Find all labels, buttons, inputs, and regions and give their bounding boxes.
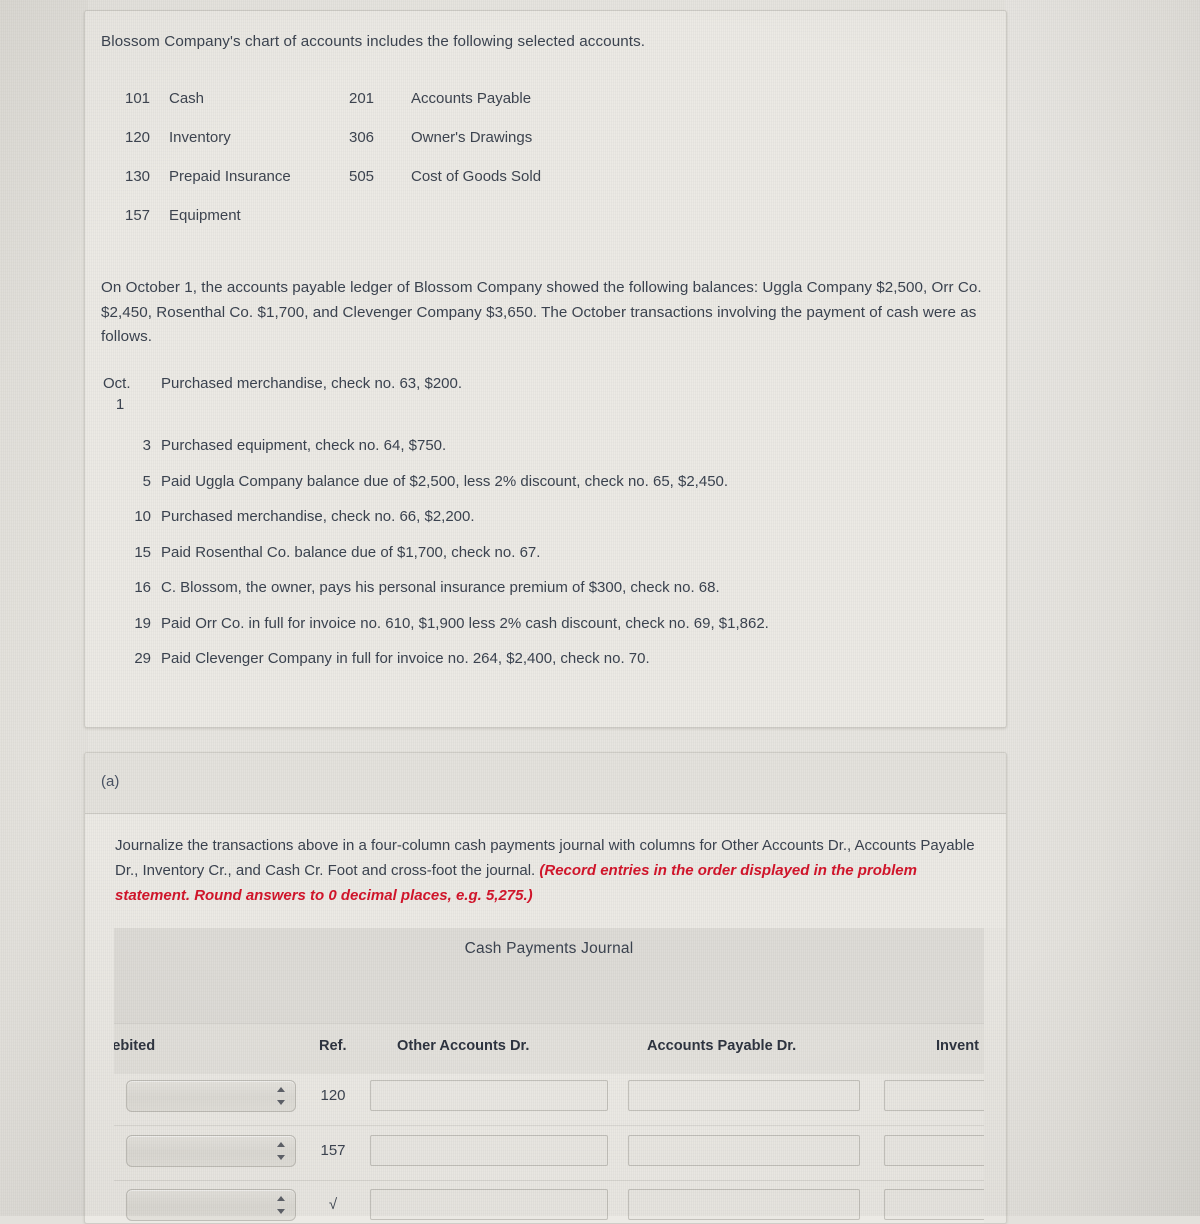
journal-title: Cash Payments Journal: [464, 940, 634, 957]
chart-of-accounts-table: 101 Cash 201 Accounts Payable 120 Invent…: [101, 79, 881, 235]
other-accounts-dr-input-0[interactable]: [370, 1080, 608, 1111]
journal-rows: 120 157 √: [114, 1073, 1006, 1223]
account-name-left: Cash: [169, 90, 205, 107]
transaction-date: 19: [134, 614, 151, 632]
account-number-left: 157: [125, 207, 151, 224]
column-header-other-accounts-dr: Other Accounts Dr.: [397, 1038, 530, 1054]
select-spinner-icon: [277, 1086, 286, 1106]
transactions-list: Oct. 1 Purchased merchandise, check no. …: [101, 373, 991, 684]
journal-title-band: Cash Payments Journal: [114, 928, 984, 1023]
transaction-date: Oct. 1: [101, 373, 161, 415]
account-name-left: Equipment: [169, 207, 241, 224]
other-accounts-dr-input-1[interactable]: [370, 1134, 608, 1166]
transaction-date: 15: [134, 543, 151, 561]
transaction-row: 10 Purchased merchandise, check no. 66, …: [101, 506, 991, 527]
part-a-label: (a): [101, 773, 120, 790]
other-accounts-dr-input-2[interactable]: [370, 1189, 608, 1220]
account-number-left: 101: [125, 90, 151, 107]
chart-of-accounts-row: 120 Inventory 306 Owner's Drawings: [101, 118, 881, 157]
account-debited-select-2[interactable]: [126, 1189, 296, 1221]
account-name-left: Inventory: [169, 129, 231, 146]
transaction-description: Purchased equipment, check no. 64, $750.: [161, 437, 447, 454]
account-debited-select-0[interactable]: [126, 1080, 296, 1112]
transaction-description: Paid Orr Co. in full for invoice no. 610…: [161, 614, 769, 632]
column-header-ref: Ref.: [319, 1038, 347, 1054]
transaction-row: 5 Paid Uggla Company balance due of $2,5…: [101, 471, 991, 492]
accounts-payable-dr-input-1[interactable]: [628, 1134, 860, 1166]
account-number-right: 201: [349, 90, 375, 107]
journal-column-headers: ount Debited Ref. Other Accounts Dr. Acc…: [114, 1023, 984, 1074]
transaction-row: Oct. 1 Purchased merchandise, check no. …: [101, 373, 991, 415]
journal-row: 120: [114, 1073, 1006, 1128]
part-a-instructions: Journalize the transactions above in a f…: [115, 833, 985, 908]
chart-of-accounts-row: 157 Equipment: [101, 196, 881, 235]
transaction-date: 29: [134, 650, 151, 667]
column-header-account-debited: ount Debited: [114, 1038, 156, 1054]
transaction-date: 3: [142, 437, 151, 454]
ledger-balances-paragraph: On October 1, the accounts payable ledge…: [101, 279, 982, 345]
row-divider: [114, 1125, 984, 1126]
transaction-description: Purchased merchandise, check no. 66, $2,…: [161, 508, 475, 525]
transaction-month: Oct.: [103, 375, 131, 392]
transaction-date: 10: [134, 508, 151, 525]
account-number-left: 130: [125, 168, 151, 185]
transaction-description: Paid Clevenger Company in full for invoi…: [161, 650, 650, 667]
page-right-margin: [1005, 0, 1200, 1216]
transaction-date: 5: [142, 472, 151, 490]
accounts-payable-dr-input-0[interactable]: [628, 1080, 860, 1111]
account-debited-select-1[interactable]: [126, 1134, 296, 1167]
account-name-right: Accounts Payable: [411, 90, 532, 107]
transaction-date: 16: [134, 579, 151, 596]
transaction-row: 16 C. Blossom, the owner, pays his perso…: [101, 577, 991, 598]
problem-intro-text: Blossom Company's chart of accounts incl…: [101, 33, 646, 50]
account-name-right: Cost of Goods Sold: [411, 168, 542, 185]
account-number-right: 306: [349, 129, 375, 146]
transaction-row: 3 Purchased equipment, check no. 64, $75…: [101, 435, 991, 456]
cash-payments-journal-table: Cash Payments Journal ount Debited Ref. …: [114, 928, 1006, 1223]
account-name-right: Owner's Drawings: [411, 129, 533, 146]
account-number-right: 505: [349, 168, 375, 185]
account-name-left: Prepaid Insurance: [169, 168, 291, 185]
transaction-row: 19 Paid Orr Co. in full for invoice no. …: [101, 613, 991, 634]
ref-value-0: 120: [320, 1087, 346, 1104]
part-a-card: (a) Journalize the transactions above in…: [84, 752, 1007, 1224]
ref-value-2: √: [328, 1196, 338, 1213]
journal-row: √: [114, 1182, 1006, 1223]
transaction-row: 15 Paid Rosenthal Co. balance due of $1,…: [101, 542, 991, 563]
column-header-inventory-cr: Invent: [936, 1038, 979, 1054]
accounts-payable-dr-input-2[interactable]: [628, 1189, 860, 1220]
transaction-description: Paid Rosenthal Co. balance due of $1,700…: [161, 543, 541, 561]
transaction-description: Purchased merchandise, check no. 63, $20…: [161, 375, 463, 392]
journal-row: 157: [114, 1128, 1006, 1183]
select-spinner-icon: [277, 1195, 286, 1215]
transaction-day: 1: [115, 396, 125, 413]
part-a-header: (a): [85, 753, 1006, 814]
transaction-row: 29 Paid Clevenger Company in full for in…: [101, 648, 991, 669]
row-divider: [114, 1179, 984, 1181]
journal-horizontal-scroll-gutter[interactable]: [984, 928, 1006, 1223]
chart-of-accounts-row: 101 Cash 201 Accounts Payable: [101, 79, 881, 118]
column-header-accounts-payable-dr: Accounts Payable Dr.: [647, 1038, 797, 1054]
transaction-description: Paid Uggla Company balance due of $2,500…: [161, 472, 729, 490]
account-number-left: 120: [125, 129, 151, 146]
ref-value-1: 157: [320, 1141, 346, 1159]
problem-statement-card: Blossom Company's chart of accounts incl…: [84, 10, 1007, 728]
chart-of-accounts-row: 130 Prepaid Insurance 505 Cost of Goods …: [101, 157, 881, 196]
transaction-description: C. Blossom, the owner, pays his personal…: [161, 579, 720, 596]
select-spinner-icon: [277, 1141, 286, 1161]
page-left-margin: [0, 0, 88, 1216]
